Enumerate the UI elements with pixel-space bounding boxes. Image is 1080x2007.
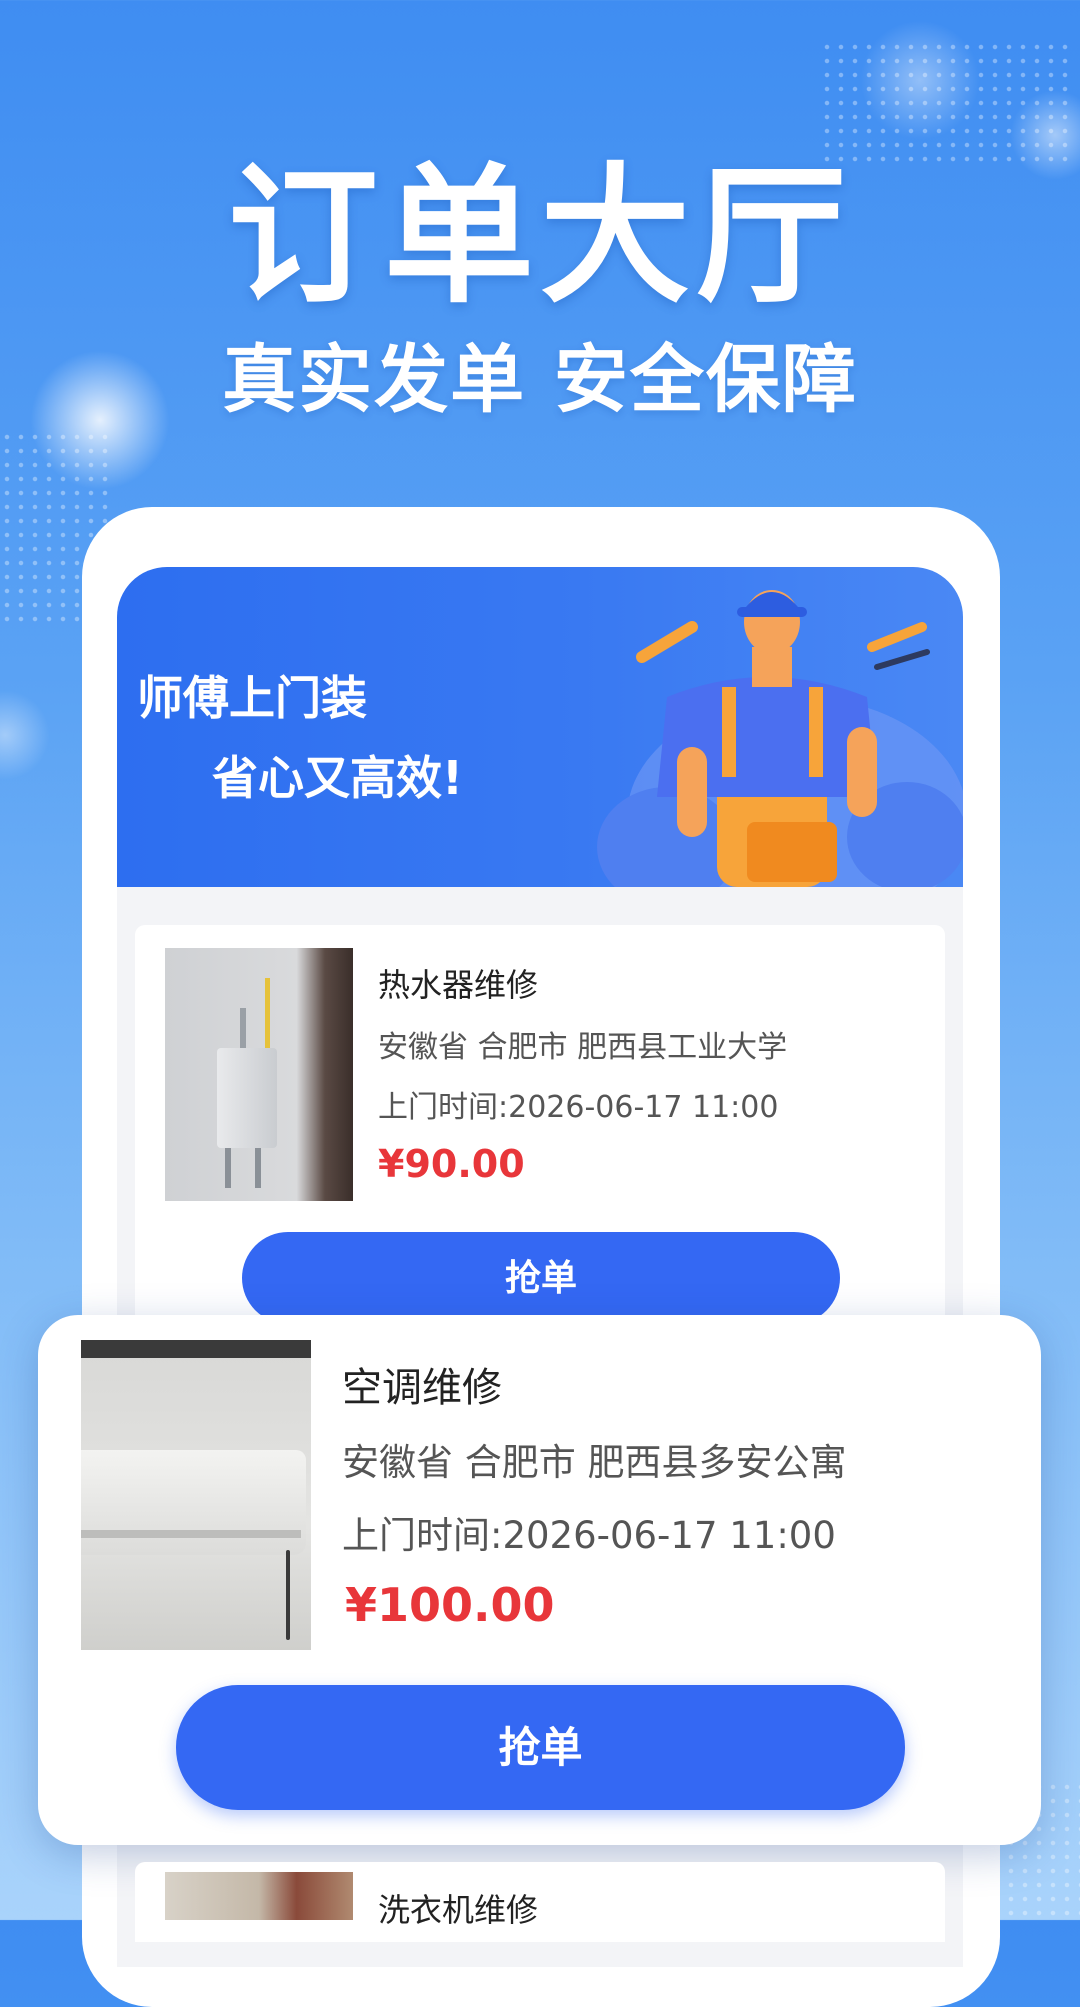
order-title: 洗衣机维修	[378, 1891, 539, 1929]
order-address: 安徽省 合肥市 肥西县多安公寓	[342, 1441, 847, 1484]
order-visit-time: 上门时间:2026-06-17 11:00	[378, 1090, 779, 1125]
banner-line-2: 省心又高效!	[212, 751, 463, 805]
order-price: ¥90.00	[378, 1142, 525, 1186]
page-title: 订单大厅	[227, 150, 852, 324]
order-price: ¥100.00	[345, 1578, 555, 1632]
page-subtitle: 真实发单 安全保障	[222, 337, 858, 423]
water-heater-photo	[165, 948, 353, 1201]
grab-order-button[interactable]: 抢单	[242, 1232, 840, 1324]
worker-illustration	[597, 590, 963, 887]
air-conditioner-photo	[81, 1340, 311, 1650]
bokeh-light	[0, 690, 50, 780]
grab-order-button[interactable]: 抢单	[176, 1685, 905, 1810]
order-title: 热水器维修	[378, 966, 539, 1004]
order-visit-time: 上门时间:2026-06-17 11:00	[342, 1514, 836, 1557]
washing-machine-photo	[165, 1872, 353, 1920]
order-title: 空调维修	[342, 1365, 502, 1411]
promo-banner[interactable]: 师傅上门装 省心又高效!	[117, 567, 963, 887]
banner-line-1: 师傅上门装	[137, 671, 367, 725]
order-address: 安徽省 合肥市 肥西县工业大学	[378, 1030, 788, 1065]
